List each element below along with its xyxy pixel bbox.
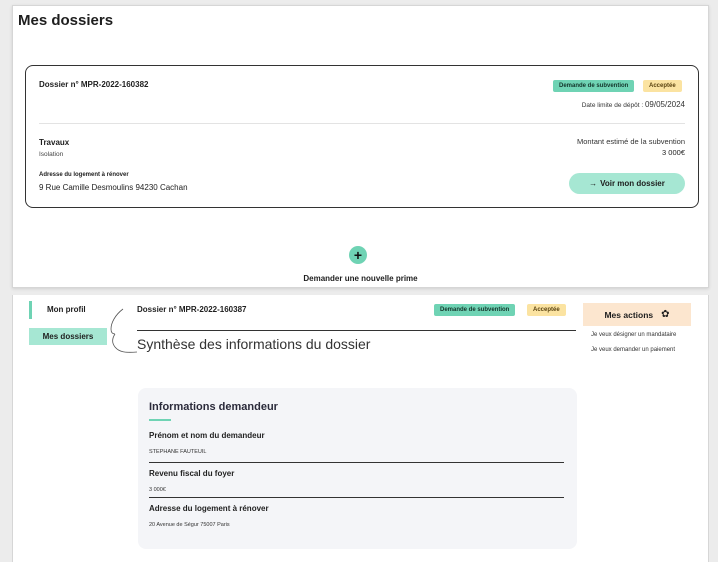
action-designate-mandataire[interactable]: Je veux désigner un mandataire xyxy=(591,332,676,338)
field-divider xyxy=(149,497,564,498)
card-divider xyxy=(39,123,685,124)
travaux-value: Isolation xyxy=(39,151,64,158)
info-card-title: Informations demandeur xyxy=(149,401,278,413)
field-label-address: Adresse du logement à rénover xyxy=(149,504,269,513)
field-divider xyxy=(149,462,564,463)
actions-title: Mes actions xyxy=(604,309,654,320)
dossiers-list-panel: Mes dossiers Dossier n° MPR-2022-160382 … xyxy=(12,5,709,288)
page-title: Mes dossiers xyxy=(18,12,114,29)
travaux-label: Travaux xyxy=(39,138,70,147)
deadline: Date limite de dépôt : 09/05/2024 xyxy=(582,100,685,109)
dossier-card: Dossier n° MPR-2022-160382 Demande de su… xyxy=(25,65,699,208)
dossier-detail-panel: Mon profil Mes dossiers Dossier n° MPR-2… xyxy=(12,295,709,562)
field-value-revenu: 3 000€ xyxy=(149,487,166,493)
field-value-name: STEPHANE FAUTEUIL xyxy=(149,449,207,455)
address-label: Adresse du logement à rénover xyxy=(39,172,129,178)
action-request-payment[interactable]: Je veux demander un paiement xyxy=(591,347,675,353)
deadline-label: Date limite de dépôt : xyxy=(581,102,644,109)
add-request-button[interactable]: + xyxy=(349,246,367,264)
actions-header: Mes actions ✿ xyxy=(583,303,691,326)
arrow-right-icon: → xyxy=(589,179,598,188)
deadline-date: 09/05/2024 xyxy=(644,100,685,109)
field-value-address: 20 Avenue de Ségur 75007 Paris xyxy=(149,522,230,528)
address-value: 9 Rue Camille Desmoulins 94230 Cachan xyxy=(39,183,188,192)
dossier-number: Dossier n° MPR-2022-160382 xyxy=(39,80,149,89)
montant-label: Montant estimé de la subvention xyxy=(577,137,685,146)
view-dossier-button[interactable]: → Voir mon dossier xyxy=(569,173,685,194)
status-badge: Acceptée xyxy=(643,80,682,92)
title-underline xyxy=(149,419,171,421)
detail-title: Synthèse des informations du dossier xyxy=(137,336,371,352)
applicant-info-card: Informations demandeur Prénom et nom du … xyxy=(138,388,577,549)
field-label-name: Prénom et nom du demandeur xyxy=(149,431,265,440)
detail-status-badge: Acceptée xyxy=(527,304,566,316)
connector-curve xyxy=(110,308,138,353)
gear-icon: ✿ xyxy=(661,309,670,320)
plus-icon: + xyxy=(353,247,363,263)
montant-value: 3 000€ xyxy=(662,148,685,157)
header-divider xyxy=(137,330,576,331)
detail-dossier-number: Dossier n° MPR-2022-160387 xyxy=(137,305,247,314)
view-dossier-label: Voir mon dossier xyxy=(600,179,665,188)
sidebar-item-profil[interactable]: Mon profil xyxy=(29,301,99,319)
badge-request-type: Demande de subvention xyxy=(553,80,635,92)
sidebar-item-dossiers[interactable]: Mes dossiers xyxy=(29,328,107,345)
field-label-revenu: Revenu fiscal du foyer xyxy=(149,469,235,478)
detail-badge-request-type: Demande de subvention xyxy=(434,304,516,316)
add-request-label[interactable]: Demander une nouvelle prime xyxy=(13,274,708,283)
